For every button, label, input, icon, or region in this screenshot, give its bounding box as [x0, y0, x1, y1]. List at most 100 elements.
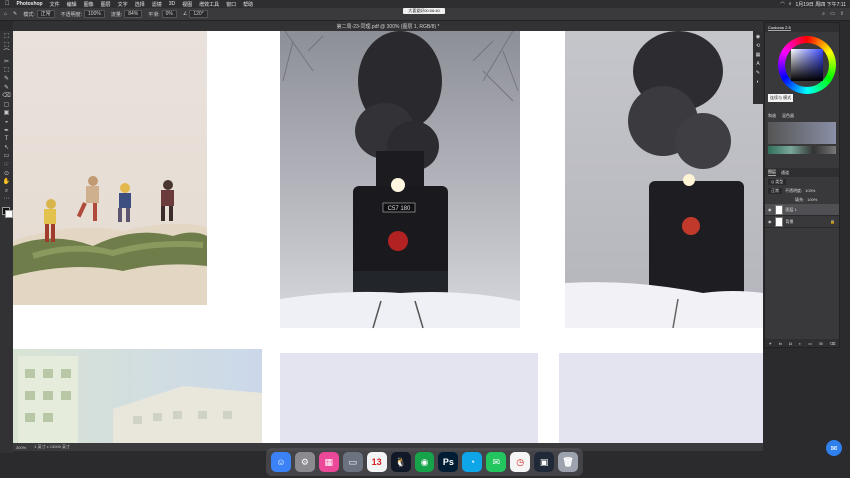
- menu-plugins[interactable]: 增效工具: [199, 1, 219, 8]
- folder-icon[interactable]: ▭: [808, 341, 812, 346]
- lasso-tool-icon[interactable]: ⌒: [2, 50, 12, 58]
- crop-tool-icon[interactable]: ✂: [2, 59, 12, 67]
- finder-dock-icon[interactable]: ☺: [271, 452, 291, 472]
- menu-image[interactable]: 图像: [84, 1, 94, 8]
- blend-mode-select[interactable]: 正常: [768, 187, 782, 194]
- angle-control[interactable]: ∠ 120°: [183, 10, 208, 18]
- pen-tool-icon[interactable]: ✒: [2, 128, 12, 136]
- adjustment-icon[interactable]: ◐: [799, 341, 801, 346]
- chat-icon[interactable]: ✉: [826, 440, 842, 456]
- document-tab[interactable]: 第二周-23-同理.pdf @ 300% (图层 1, RGB/8) *: [337, 23, 440, 30]
- search-icon[interactable]: ⌕: [789, 1, 792, 7]
- menu-layer[interactable]: 图层: [101, 1, 111, 8]
- menu-3d[interactable]: 3D: [169, 1, 175, 7]
- link-icon[interactable]: ⚭: [769, 341, 772, 346]
- adjust-panel-icon[interactable]: ◐: [756, 79, 759, 85]
- smooth-control[interactable]: 平滑: 0%: [148, 10, 177, 18]
- apps-dock-icon[interactable]: ▦: [318, 452, 339, 472]
- document-info[interactable]: 1 英寸 x 13000 英寸: [34, 444, 70, 450]
- tab-layers[interactable]: 图层: [768, 169, 776, 176]
- flow-field[interactable]: 84%: [124, 10, 143, 18]
- frame-tool-icon[interactable]: ⬚: [2, 67, 12, 75]
- eye-icon[interactable]: ◉: [768, 207, 772, 212]
- wechat-dock-icon[interactable]: ✉: [486, 452, 507, 472]
- app-name-menu[interactable]: Photoshop: [17, 1, 43, 7]
- layer-row[interactable]: ◉ 图层 1: [765, 204, 839, 216]
- path-select-tool-icon[interactable]: ↖: [2, 145, 12, 153]
- type-panel-icon[interactable]: A: [756, 61, 759, 67]
- hand-tool-icon[interactable]: ☞: [2, 162, 12, 170]
- tab-channels[interactable]: 通道: [781, 170, 789, 176]
- zoom-tool-icon[interactable]: ⌕: [2, 188, 12, 196]
- wifi-icon[interactable]: ◠: [780, 1, 784, 7]
- menu-file[interactable]: 文件: [50, 1, 60, 8]
- history-panel-icon[interactable]: ⟲: [756, 43, 760, 49]
- tab-mixer[interactable]: 混色器: [782, 113, 794, 119]
- more-tools-icon[interactable]: ⋯: [2, 196, 12, 204]
- layer-row[interactable]: ◉ 背景 🔒: [765, 216, 839, 228]
- menu-select[interactable]: 选择: [135, 1, 145, 8]
- shape-tool-icon[interactable]: ▭: [2, 153, 12, 161]
- hand-tool-icon[interactable]: ✋: [2, 179, 12, 187]
- tab-harmony[interactable]: 和谐: [768, 113, 776, 119]
- menu-view[interactable]: 视图: [182, 1, 192, 8]
- marquee-tool-icon[interactable]: ⬚: [2, 42, 12, 50]
- brush-tool-icon[interactable]: ✎: [2, 76, 12, 84]
- brush-preset-icon[interactable]: ✎: [13, 11, 17, 17]
- flow-control[interactable]: 流量: 84%: [111, 10, 143, 18]
- clock-text[interactable]: 1月19日 周四 下午7:11: [796, 1, 846, 8]
- swatches-panel-icon[interactable]: ▦: [756, 52, 761, 58]
- mode-control[interactable]: 模式: 正常: [23, 10, 55, 18]
- fx-icon[interactable]: fx: [779, 341, 782, 346]
- color-wheel[interactable]: 连续与 模式: [765, 32, 841, 112]
- type-tool-icon[interactable]: T: [2, 136, 12, 144]
- rotate-tool-icon[interactable]: ⊙: [2, 171, 12, 179]
- mask-icon[interactable]: ◘: [789, 341, 791, 346]
- zoom-level[interactable]: 300%: [16, 445, 26, 450]
- home-icon[interactable]: ⌂: [4, 11, 7, 17]
- workspace-icon[interactable]: ▭: [830, 11, 835, 17]
- angle-field[interactable]: 120°: [189, 10, 208, 18]
- color-sliders[interactable]: [768, 122, 836, 144]
- mode-select[interactable]: 正常: [36, 10, 55, 18]
- terminal-dock-icon[interactable]: ▣: [534, 452, 555, 472]
- edge-dock-icon[interactable]: ◔: [462, 452, 483, 472]
- layer-opacity-field[interactable]: 100%: [805, 188, 815, 193]
- preview-dock-icon[interactable]: ▭: [342, 452, 363, 472]
- layer-filter[interactable]: Q 类型: [768, 178, 787, 185]
- layer-name[interactable]: 背景: [786, 219, 794, 225]
- trash-icon[interactable]: ⌫: [830, 341, 836, 346]
- apple-menu-icon[interactable]: : [5, 1, 10, 7]
- chrome-dock-icon[interactable]: ◉: [414, 452, 435, 472]
- share-icon[interactable]: ⇪: [840, 11, 844, 17]
- color-panel-title[interactable]: Coolorus 2.5: [768, 25, 791, 31]
- document-canvas[interactable]: C57 180: [13, 31, 763, 443]
- swatch-strip[interactable]: [768, 146, 836, 154]
- opacity-control[interactable]: 不透明度: 100%: [61, 10, 105, 18]
- clock-dock-icon[interactable]: ◷: [510, 452, 531, 472]
- calendar-dock-icon[interactable]: 13: [366, 452, 387, 472]
- eraser-tool-icon[interactable]: ⌫: [2, 93, 12, 101]
- menu-help[interactable]: 帮助: [243, 1, 253, 8]
- menu-type[interactable]: 文字: [118, 1, 128, 8]
- qq-dock-icon[interactable]: 🐧: [390, 452, 411, 472]
- color-swatches[interactable]: [1, 206, 13, 218]
- clone-tool-icon[interactable]: ✎: [2, 85, 12, 93]
- launchpad-dock-icon[interactable]: ⚙: [294, 452, 315, 472]
- trash-dock-icon[interactable]: 🗑: [558, 452, 578, 472]
- gradient-tool-icon[interactable]: ▢: [2, 102, 12, 110]
- color-panel-icon[interactable]: ◉: [756, 34, 760, 40]
- move-tool-icon[interactable]: ⬚: [2, 33, 12, 41]
- layer-name[interactable]: 图层 1: [786, 207, 797, 213]
- menu-edit[interactable]: 编辑: [67, 1, 77, 8]
- layer-fill-field[interactable]: 100%: [807, 197, 817, 202]
- eye-icon[interactable]: ◉: [768, 219, 772, 224]
- opacity-field[interactable]: 100%: [84, 10, 105, 18]
- menu-filter[interactable]: 滤镜: [152, 1, 162, 8]
- photoshop-dock-icon[interactable]: Ps: [438, 452, 459, 472]
- blur-tool-icon[interactable]: ▣: [2, 110, 12, 118]
- dodge-tool-icon[interactable]: ◒: [2, 119, 12, 127]
- new-layer-icon[interactable]: ⊞: [819, 341, 822, 346]
- smooth-field[interactable]: 0%: [161, 10, 177, 18]
- menu-window[interactable]: 窗口: [226, 1, 236, 8]
